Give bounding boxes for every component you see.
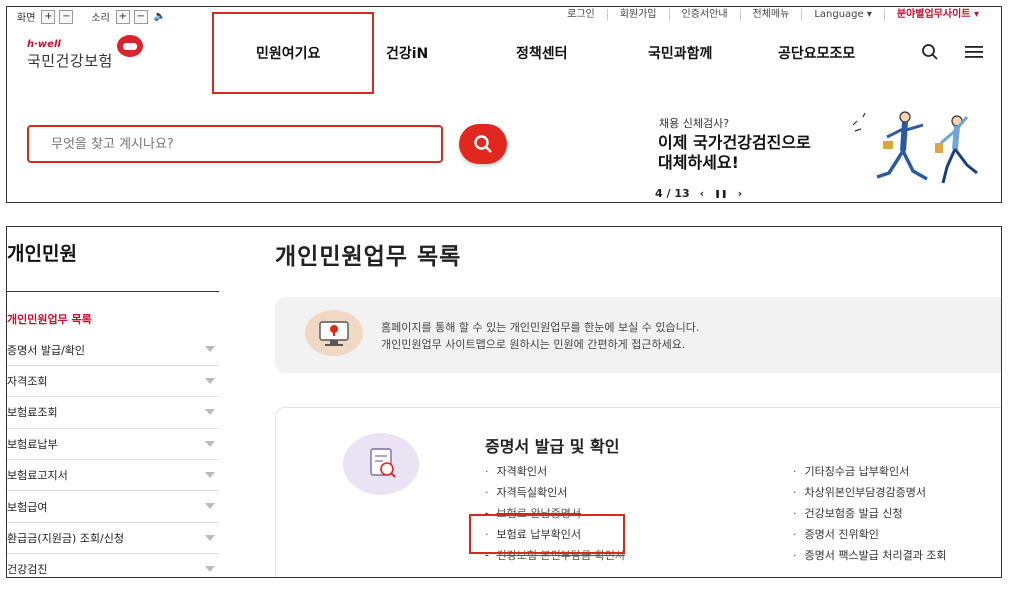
sound-down-button[interactable]: − <box>133 9 148 24</box>
sidebar-divider <box>7 291 219 292</box>
sidebar-item-health-checkup[interactable]: 건강검진 <box>7 554 219 577</box>
certificate-guide-link[interactable]: 인증서안내 <box>668 9 740 21</box>
banner-title-line1: 이제 국가건강검진으로 <box>658 133 811 152</box>
link-other-collection-payment[interactable]: 기타징수금 납부확인서 <box>793 461 947 482</box>
highlight-box-payment-certificate <box>469 514 625 554</box>
chevron-down-icon <box>205 440 215 447</box>
sidebar-item-label: 자격조회 <box>7 374 48 388</box>
banner-prev-button[interactable]: ‹ <box>700 187 705 200</box>
chevron-down-icon <box>205 566 215 573</box>
banner-title[interactable]: 이제 국가건강검진으로 대체하세요! <box>658 133 811 173</box>
sidebar-item-premium-inquiry[interactable]: 보험료조회 <box>7 397 219 429</box>
screen-zoom-in-button[interactable]: + <box>41 9 56 24</box>
chevron-down-icon <box>205 346 215 353</box>
sidebar-item-premium-payment[interactable]: 보험료납부 <box>7 429 219 460</box>
screen-zoom-group: 화면 + − <box>17 9 77 24</box>
search-icon[interactable] <box>921 43 939 61</box>
logo-mark-icon <box>117 35 143 57</box>
sidebar-item-label: 보험료납부 <box>7 437 58 451</box>
hamburger-menu-icon[interactable] <box>965 45 983 59</box>
banner-controls: 4 / 13 ‹ ❚❚ › <box>655 187 742 200</box>
info-text-line1: 홈페이지를 통해 할 수 있는 개인민원업무를 한눈에 보실 수 있습니다. <box>381 321 700 334</box>
sound-up-button[interactable]: + <box>115 9 130 24</box>
sidebar-item-premium-notice[interactable]: 보험료고지서 <box>7 460 219 492</box>
sitemap-monitor-icon <box>305 310 363 356</box>
link-insurance-card-request[interactable]: 건강보험증 발급 신청 <box>793 503 947 524</box>
banner-next-button[interactable]: › <box>738 187 743 200</box>
sidebar-item-label: 환급금(지원금) 조회/신청 <box>7 531 124 545</box>
sidebar-item-eligibility[interactable]: 자격조회 <box>7 366 219 398</box>
nav-policy-center[interactable]: 정책센터 <box>516 43 568 63</box>
page-title: 개인민원업무 목록 <box>275 244 462 270</box>
all-menu-link[interactable]: 전체메뉴 <box>739 9 802 21</box>
chevron-down-icon <box>205 503 215 510</box>
banner-subtitle: 채용 신체검사? <box>659 117 730 130</box>
logo-name-text: 국민건강보험 <box>27 52 113 70</box>
banner-title-line2: 대체하세요! <box>658 153 739 172</box>
sidebar-item-label: 건강검진 <box>7 563 48 577</box>
chevron-down-icon <box>205 409 215 416</box>
sidebar-menu: 개인민원업무 목록 증명서 발급/확인 자격조회 보험료조회 보험료납부 보험료… <box>7 303 219 577</box>
sidebar-item-label: 증명서 발급/확인 <box>7 343 86 357</box>
link-eligibility-history[interactable]: 자격득실확인서 <box>485 482 625 503</box>
civil-service-screenshot-panel: 개인민원 개인민원업무 목록 증명서 발급/확인 자격조회 보험료조회 보험료납… <box>6 226 1002 578</box>
search-button[interactable] <box>459 124 507 164</box>
screen-zoom-out-button[interactable]: − <box>59 9 74 24</box>
certificate-links-right: 기타징수금 납부확인서 차상위본인부담경감증명서 건강보험증 발급 신청 증명서… <box>793 461 947 566</box>
link-fax-issuance-result[interactable]: 증명서 팩스발급 처리결과 조회 <box>793 545 947 566</box>
document-search-icon <box>343 433 419 495</box>
nav-about-corporation[interactable]: 공단요모조모 <box>778 43 855 63</box>
sidebar-title: 개인민원 <box>7 243 77 265</box>
sound-group: 소리 + − 🔈 <box>91 9 166 24</box>
sound-label: 소리 <box>91 13 110 24</box>
search-icon <box>474 135 492 153</box>
sidebar-item-certificates[interactable]: 증명서 발급/확인 <box>7 334 219 366</box>
info-text-line2: 개인민원업무 사이트맵으로 원하시는 민원에 간편하게 접근하세요. <box>381 338 686 351</box>
header-icon-group <box>921 43 983 61</box>
link-certificate-verification[interactable]: 증명서 진위확인 <box>793 524 947 545</box>
chevron-down-icon <box>205 534 215 541</box>
section-title: 증명서 발급 및 확인 <box>485 437 620 456</box>
sidebar-item-label: 보험료고지서 <box>7 469 68 483</box>
banner-illustration-icon <box>852 111 978 184</box>
link-copay-reduction-certificate[interactable]: 차상위본인부담경감증명서 <box>793 482 947 503</box>
info-text: 홈페이지를 통해 할 수 있는 개인민원업무를 한눈에 보실 수 있습니다. 개… <box>381 319 699 353</box>
site-logo[interactable]: h·well 국민건강보험 <box>27 39 113 71</box>
sidebar-item-label: 보험료조회 <box>7 406 58 420</box>
link-eligibility-certificate[interactable]: 자격확인서 <box>485 461 625 482</box>
signup-link[interactable]: 회원가입 <box>606 9 669 21</box>
sidebar-item-list[interactable]: 개인민원업무 목록 <box>7 303 219 334</box>
language-dropdown[interactable]: Language ▾ <box>801 9 884 21</box>
sidebar-item-refund[interactable]: 환급금(지원금) 조회/신청 <box>7 523 219 555</box>
sidebar-item-benefits[interactable]: 보험급여 <box>7 491 219 523</box>
speaker-icon[interactable]: 🔈 <box>154 11 166 22</box>
sidebar-item-label: 개인민원업무 목록 <box>7 312 92 326</box>
banner-page-indicator: 4 / 13 <box>655 187 690 200</box>
field-sites-dropdown[interactable]: 분야별업무사이트 ▾ <box>883 9 991 21</box>
chevron-down-icon <box>205 471 215 478</box>
chevron-down-icon <box>205 377 215 384</box>
nav-health-in[interactable]: 건강iN <box>386 43 428 63</box>
accessibility-controls: 화면 + − 소리 + − 🔈 <box>17 9 180 24</box>
highlight-box-nav <box>212 12 374 94</box>
header-screenshot-panel: 화면 + − 소리 + − 🔈 로그인 회원가입 인증서안내 전체메뉴 Lang… <box>6 6 1002 203</box>
login-link[interactable]: 로그인 <box>555 9 607 21</box>
banner-pause-button[interactable]: ❚❚ <box>714 189 727 198</box>
utility-links: 로그인 회원가입 인증서안내 전체메뉴 Language ▾ 분야별업무사이트 … <box>555 9 991 21</box>
sidebar-item-label: 보험급여 <box>7 500 48 514</box>
logo-hwell-text: h·well <box>27 39 61 50</box>
nav-with-citizens[interactable]: 국민과함께 <box>648 43 712 63</box>
screen-zoom-label: 화면 <box>17 13 36 24</box>
search-input[interactable] <box>27 125 443 163</box>
